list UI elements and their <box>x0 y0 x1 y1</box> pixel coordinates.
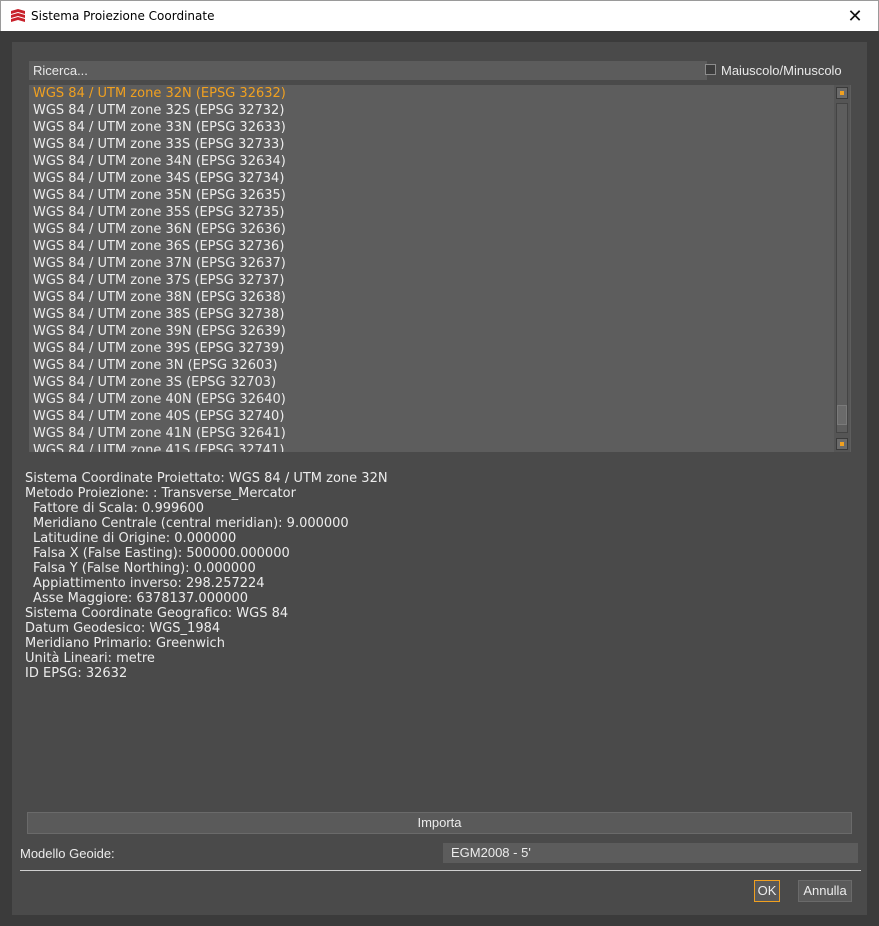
list-item[interactable]: WGS 84 / UTM zone 37N (EPSG 32637) <box>29 255 851 272</box>
scroll-track[interactable] <box>836 103 848 433</box>
list-item[interactable]: WGS 84 / UTM zone 36N (EPSG 32636) <box>29 221 851 238</box>
title-bar: Sistema Proiezione Coordinate ✕ <box>0 0 879 31</box>
list-item[interactable]: WGS 84 / UTM zone 38S (EPSG 32738) <box>29 306 851 323</box>
detail-line: Falsa X (False Easting): 500000.000000 <box>33 546 290 561</box>
detail-line: Metodo Proiezione: : Transverse_Mercator <box>25 486 296 501</box>
geoid-model-select[interactable]: EGM2008 - 5' <box>443 843 858 863</box>
list-item[interactable]: WGS 84 / UTM zone 36S (EPSG 32736) <box>29 238 851 255</box>
detail-line: Sistema Coordinate Proiettato: WGS 84 / … <box>25 471 388 486</box>
list-item[interactable]: WGS 84 / UTM zone 3N (EPSG 32603) <box>29 357 851 374</box>
projection-details: Sistema Coordinate Proiettato: WGS 84 / … <box>25 471 388 681</box>
list-item[interactable]: WGS 84 / UTM zone 37S (EPSG 32737) <box>29 272 851 289</box>
cancel-button[interactable]: Annulla <box>798 880 852 902</box>
list-item[interactable]: WGS 84 / UTM zone 38N (EPSG 32638) <box>29 289 851 306</box>
list-item[interactable]: WGS 84 / UTM zone 33N (EPSG 32633) <box>29 119 851 136</box>
list-item[interactable]: WGS 84 / UTM zone 33S (EPSG 32733) <box>29 136 851 153</box>
detail-line: Asse Maggiore: 6378137.000000 <box>33 591 249 606</box>
dialog-body: Maiuscolo/Minuscolo WGS 84 / UTM zone 32… <box>0 31 879 926</box>
list-item[interactable]: WGS 84 / UTM zone 39N (EPSG 32639) <box>29 323 851 340</box>
main-panel: Maiuscolo/Minuscolo WGS 84 / UTM zone 32… <box>12 42 867 915</box>
detail-line: Sistema Coordinate Geografico: WGS 84 <box>25 606 289 621</box>
case-sensitive-checkbox[interactable] <box>705 64 716 75</box>
scroll-up-button[interactable] <box>836 87 848 99</box>
app-logo-icon <box>11 9 25 22</box>
list-item[interactable]: WGS 84 / UTM zone 40N (EPSG 32640) <box>29 391 851 408</box>
list-item[interactable]: WGS 84 / UTM zone 35S (EPSG 32735) <box>29 204 851 221</box>
detail-line: Datum Geodesico: WGS_1984 <box>25 621 221 636</box>
list-item[interactable]: WGS 84 / UTM zone 39S (EPSG 32739) <box>29 340 851 357</box>
detail-line: Latitudine di Origine: 0.000000 <box>33 531 237 546</box>
import-button[interactable]: Importa <box>27 812 852 834</box>
detail-line: Meridiano Centrale (central meridian): 9… <box>33 516 349 531</box>
list-item[interactable]: WGS 84 / UTM zone 40S (EPSG 32740) <box>29 408 851 425</box>
detail-line: Appiattimento inverso: 298.257224 <box>33 576 265 591</box>
list-item[interactable]: WGS 84 / UTM zone 41N (EPSG 32641) <box>29 425 851 442</box>
divider <box>20 870 861 871</box>
window-title: Sistema Proiezione Coordinate <box>31 9 215 23</box>
detail-line: Falsa Y (False Northing): 0.000000 <box>33 561 256 576</box>
scroll-down-button[interactable] <box>836 438 848 450</box>
list-item[interactable]: WGS 84 / UTM zone 3S (EPSG 32703) <box>29 374 851 391</box>
list-item[interactable]: WGS 84 / UTM zone 35N (EPSG 32635) <box>29 187 851 204</box>
list-item[interactable]: WGS 84 / UTM zone 32S (EPSG 32732) <box>29 102 851 119</box>
case-sensitive-label: Maiuscolo/Minuscolo <box>721 63 842 78</box>
detail-line: ID EPSG: 32632 <box>25 666 128 681</box>
list-scrollbar[interactable] <box>834 85 850 452</box>
close-icon: ✕ <box>847 6 863 26</box>
detail-line: Unità Lineari: metre <box>25 651 155 666</box>
detail-line: Fattore di Scala: 0.999600 <box>33 501 205 516</box>
list-item[interactable]: WGS 84 / UTM zone 32N (EPSG 32632) <box>29 85 851 102</box>
detail-line: Meridiano Primario: Greenwich <box>25 636 225 651</box>
geoid-model-label: Modello Geoide: <box>20 846 115 861</box>
projection-list[interactable]: WGS 84 / UTM zone 32N (EPSG 32632) WGS 84… <box>29 85 851 452</box>
ok-button[interactable]: OK <box>754 880 780 902</box>
list-item[interactable]: WGS 84 / UTM zone 41S (EPSG 32741) <box>29 442 851 452</box>
search-input[interactable] <box>29 61 707 80</box>
list-item[interactable]: WGS 84 / UTM zone 34S (EPSG 32734) <box>29 170 851 187</box>
close-button[interactable]: ✕ <box>832 1 878 32</box>
scroll-thumb[interactable] <box>837 405 847 425</box>
list-item[interactable]: WGS 84 / UTM zone 34N (EPSG 32634) <box>29 153 851 170</box>
